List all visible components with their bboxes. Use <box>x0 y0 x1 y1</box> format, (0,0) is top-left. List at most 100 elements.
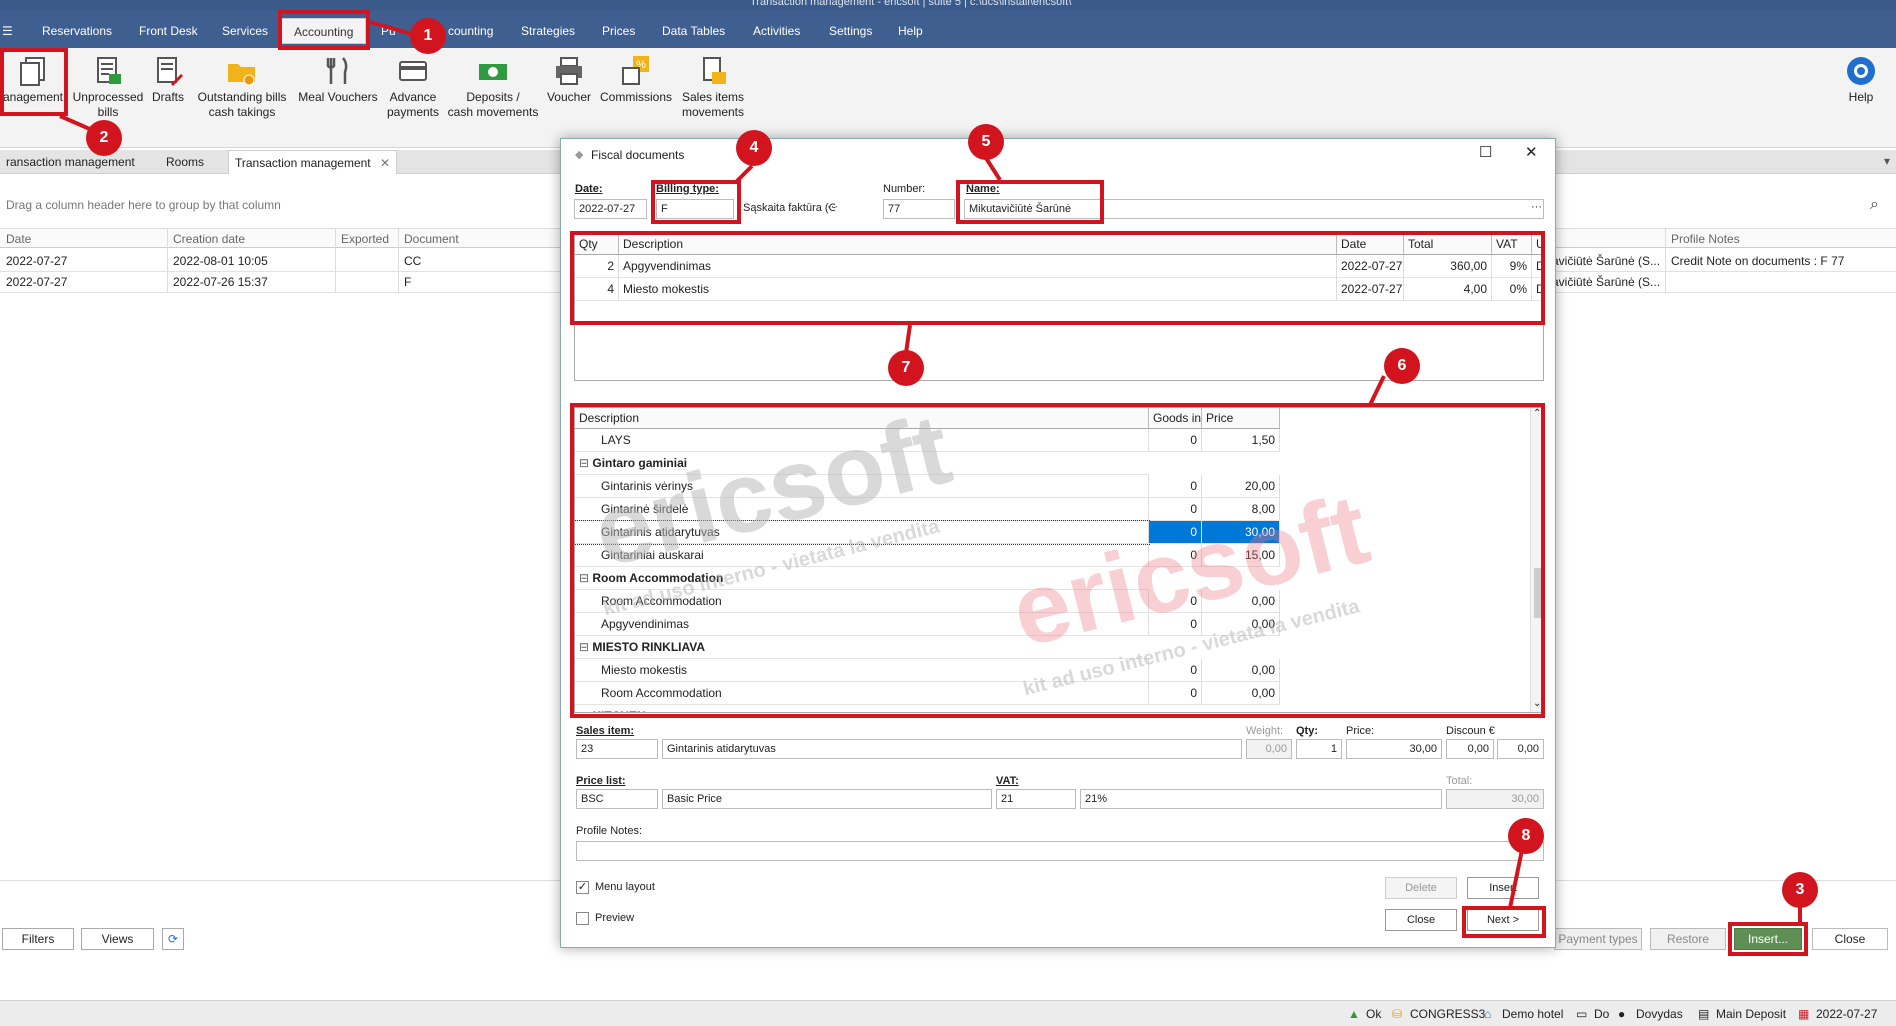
col-vat[interactable]: VAT <box>1492 234 1532 255</box>
insert-button[interactable]: Insert... <box>1734 928 1802 950</box>
item-price[interactable]: 0,00 <box>1202 682 1280 705</box>
item-price[interactable]: 1,50 <box>1202 429 1280 452</box>
sales-items-movements-button[interactable]: Sales items movements <box>677 54 749 120</box>
price-list-name-field[interactable]: Basic Price <box>662 789 992 809</box>
item-goods-in[interactable]: 0 <box>1149 613 1202 636</box>
tab-transaction-management[interactable]: Transaction management ✕ <box>228 150 398 174</box>
close-button[interactable]: Close <box>1812 928 1888 950</box>
voucher-button[interactable]: Voucher <box>543 54 595 105</box>
item-description[interactable]: Gintarinė širdelė <box>575 498 1149 521</box>
preview-checkbox[interactable] <box>576 912 589 925</box>
item-goods-in[interactable]: 0 <box>1149 475 1202 498</box>
item-price[interactable]: 0,00 <box>1202 590 1280 613</box>
menu-prices[interactable]: Prices <box>602 24 635 38</box>
collapse-icon[interactable]: ⊟ <box>579 456 592 470</box>
close-icon[interactable]: ✕ <box>1525 143 1538 161</box>
col-date[interactable]: Date <box>1337 234 1404 255</box>
collapse-icon[interactable]: ⊟ <box>579 571 592 585</box>
delete-button[interactable]: Delete <box>1385 877 1457 899</box>
help-button[interactable]: Help <box>1840 54 1882 105</box>
item-description[interactable]: Room Accommodation <box>575 682 1149 705</box>
app-menu-icon[interactable]: ☰ <box>2 24 13 38</box>
discount-amount-field[interactable]: 0,00 <box>1497 739 1544 759</box>
tree-group[interactable]: ⊟ Gintaro gaminiai <box>575 452 1149 475</box>
discount-percent-field[interactable]: 0,00 <box>1446 739 1494 759</box>
price-list-code-field[interactable]: BSC <box>576 789 658 809</box>
menu-accounting-2[interactable]: counting <box>448 24 493 38</box>
item-price[interactable]: 20,00 <box>1202 475 1280 498</box>
item-description[interactable]: Miesto mokestis <box>575 659 1149 682</box>
search-icon[interactable]: ⌕ <box>1870 196 1879 214</box>
tab-rooms[interactable]: Rooms <box>160 150 210 174</box>
payment-types-button[interactable]: Payment types <box>1554 928 1642 950</box>
menu-reservations[interactable]: Reservations <box>42 24 112 38</box>
col-document[interactable]: Document <box>404 232 459 246</box>
billing-type-field[interactable]: F <box>656 199 734 219</box>
menu-services[interactable]: Services <box>222 24 268 38</box>
item-description[interactable]: Room Accommodation <box>575 590 1149 613</box>
col-profile-notes[interactable]: Profile Notes <box>1671 232 1740 246</box>
drafts-button[interactable]: Drafts <box>148 54 188 105</box>
col-item-description[interactable]: Description <box>575 408 1149 429</box>
item-description[interactable]: Apgyvendinimas <box>575 613 1149 636</box>
item-goods-in[interactable]: 0 <box>1149 590 1202 613</box>
outstanding-bills-button[interactable]: Outstanding bills cash takings <box>191 54 293 120</box>
scroll-up-icon[interactable]: ⌃ <box>1533 408 1541 419</box>
unprocessed-bills-button[interactable]: Unprocessed bills <box>70 54 146 120</box>
col-user[interactable]: User <box>1532 234 1545 255</box>
restore-button[interactable]: Restore <box>1650 928 1726 950</box>
next-button[interactable]: Next > <box>1467 909 1539 931</box>
maximize-icon[interactable]: ☐ <box>1479 143 1492 161</box>
item-description[interactable]: LAYS <box>575 429 1149 452</box>
item-description[interactable]: Gintariniai auskarai <box>575 544 1149 567</box>
dialog-close-button[interactable]: Close <box>1385 909 1457 931</box>
tab-overflow-icon[interactable]: ▾ <box>1884 154 1890 168</box>
col-creation-date[interactable]: Creation date <box>173 232 245 246</box>
menu-data-tables[interactable]: Data Tables <box>662 24 725 38</box>
item-goods-in[interactable]: 0 <box>1149 544 1202 567</box>
col-description[interactable]: Description <box>619 234 1337 255</box>
col-goods-in[interactable]: Goods in <box>1149 408 1202 429</box>
close-tab-icon[interactable]: ✕ <box>380 156 390 170</box>
item-goods-in[interactable]: 0 <box>1149 682 1202 705</box>
weight-field[interactable]: 0,00 <box>1246 739 1292 759</box>
filters-button[interactable]: Filters <box>2 928 74 950</box>
collapse-icon[interactable]: ⊟ <box>579 640 592 654</box>
meal-vouchers-button[interactable]: Meal Vouchers <box>294 54 382 105</box>
menu-accounting[interactable]: Accounting <box>281 18 367 44</box>
billing-type-lookup-icon[interactable]: ··· <box>827 201 838 213</box>
item-description[interactable]: Gintarinis vėrinys <box>575 475 1149 498</box>
col-date[interactable]: Date <box>6 232 31 246</box>
views-button[interactable]: Views <box>81 928 154 950</box>
item-goods-in[interactable]: 0 <box>1149 498 1202 521</box>
vat-code-field[interactable]: 21 <box>996 789 1076 809</box>
price-field[interactable]: 30,00 <box>1346 739 1442 759</box>
tree-group[interactable]: ⊟ MIESTO RINKLIAVA <box>575 636 1149 659</box>
col-exported[interactable]: Exported <box>341 232 389 246</box>
tree-group[interactable]: ⊟ KITCHEN <box>575 705 1149 712</box>
item-goods-in[interactable]: 0 <box>1149 659 1202 682</box>
menu-front-desk[interactable]: Front Desk <box>139 24 198 38</box>
commissions-button[interactable]: % Commissions <box>597 54 675 105</box>
sales-item-name-field[interactable]: Gintarinis atidarytuvas <box>662 739 1242 759</box>
col-total[interactable]: Total <box>1404 234 1492 255</box>
refresh-icon[interactable]: ⟳ <box>162 928 184 950</box>
item-goods-in[interactable]: 0 <box>1149 429 1202 452</box>
item-description[interactable]: Gintarinis atidarytuvas <box>575 520 1150 545</box>
insert-line-button[interactable]: Insert <box>1467 877 1539 899</box>
item-goods-in[interactable]: 0 <box>1149 521 1202 544</box>
number-field[interactable]: 77 <box>883 199 955 219</box>
col-qty[interactable]: Qty <box>575 234 619 255</box>
item-price[interactable]: 30,00 <box>1202 521 1280 544</box>
name-field[interactable]: Mikutavičiūtė Šarūnė <box>964 199 1544 219</box>
tree-scrollbar[interactable]: ⌃ ⌄ <box>1530 408 1543 712</box>
item-price[interactable]: 15,00 <box>1202 544 1280 567</box>
deposits-cash-movements-button[interactable]: Deposits / cash movements <box>446 54 540 120</box>
menu-strategies[interactable]: Strategies <box>521 24 575 38</box>
vat-name-field[interactable]: 21% <box>1080 789 1442 809</box>
scrollbar-thumb[interactable] <box>1534 568 1542 618</box>
menu-purchasing[interactable]: Pu <box>381 24 396 38</box>
scroll-down-icon[interactable]: ⌄ <box>1533 698 1541 709</box>
item-price[interactable]: 8,00 <box>1202 498 1280 521</box>
profile-notes-field[interactable] <box>576 841 1544 861</box>
